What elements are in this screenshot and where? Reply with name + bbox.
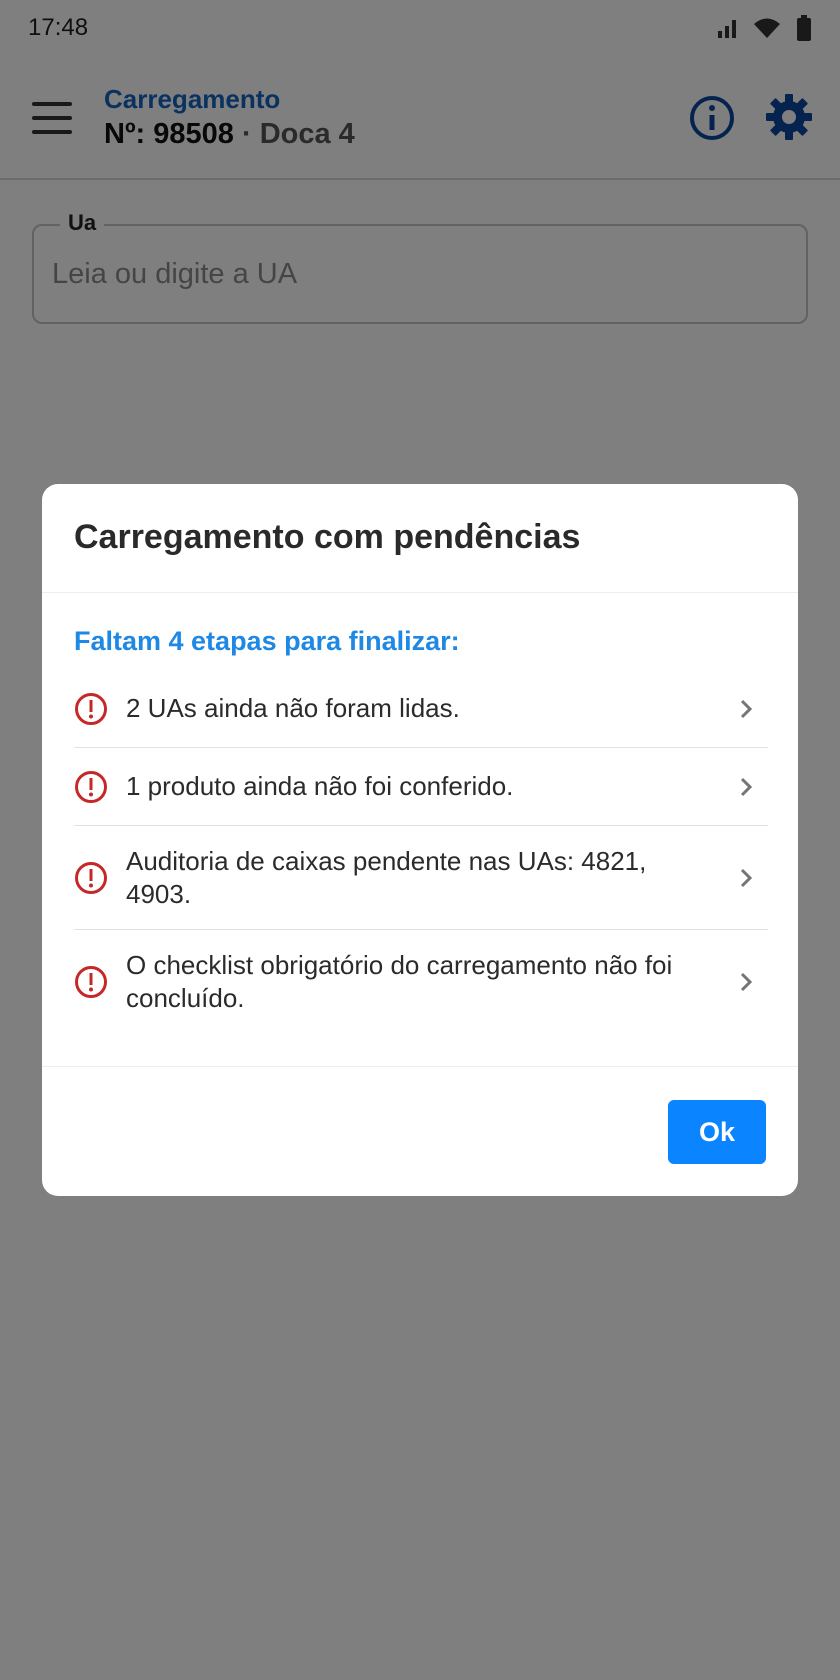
pending-item-checklist[interactable]: O checklist obrigatório do carregamento …: [74, 930, 768, 1034]
chevron-right-icon: [740, 868, 753, 887]
pending-item-text: Auditoria de caixas pendente nas UAs: 48…: [126, 845, 647, 909]
chevron-right-icon: [740, 699, 753, 718]
pending-item-unread-uas[interactable]: 2 UAs ainda não foram lidas.: [74, 670, 768, 748]
pending-dialog: Carregamento com pendências Faltam 4 eta…: [42, 484, 798, 1196]
pending-item-text: 1 produto ainda não foi conferido.: [126, 771, 514, 801]
ok-button[interactable]: Ok: [668, 1100, 766, 1164]
dialog-divider: [42, 592, 798, 593]
dialog-footer-divider: [42, 1066, 798, 1067]
alert-circle-icon: [75, 966, 107, 998]
dialog-title: Carregamento com pendências: [74, 518, 581, 556]
dialog-subtitle: Faltam 4 etapas para finalizar:: [74, 626, 460, 656]
alert-circle-icon: [75, 770, 107, 803]
alert-circle-icon: [75, 692, 107, 725]
pending-item-unchecked-product[interactable]: 1 produto ainda não foi conferido.: [74, 748, 768, 826]
alert-circle-icon: [75, 861, 107, 894]
pending-item-box-audit[interactable]: Auditoria de caixas pendente nas UAs: 48…: [74, 826, 768, 930]
pending-item-text: 2 UAs ainda não foram lidas.: [126, 693, 460, 723]
chevron-right-icon: [740, 972, 753, 992]
chevron-right-icon: [740, 777, 753, 796]
pending-item-text: O checklist obrigatório do carregamento …: [126, 950, 673, 1013]
